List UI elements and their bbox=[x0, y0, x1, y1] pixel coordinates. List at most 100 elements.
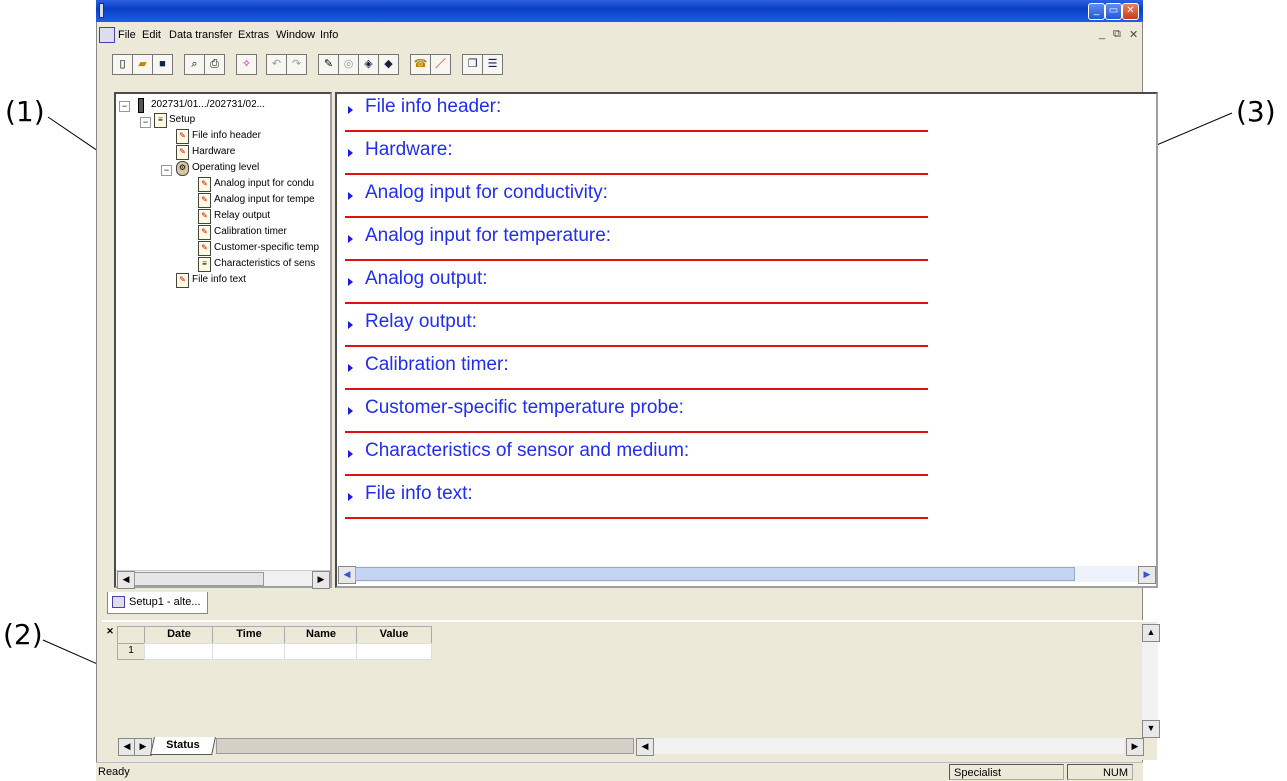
undo-icon[interactable]: ↶ bbox=[266, 54, 287, 75]
grid-cell[interactable] bbox=[212, 643, 286, 660]
scroll-up-icon[interactable]: ▲ bbox=[1142, 624, 1160, 642]
collapse-icon[interactable]: − bbox=[140, 117, 151, 128]
tree-item-analog-input-temperature[interactable]: Analog input for tempe bbox=[214, 194, 332, 205]
section-customer-specific[interactable]: Customer-specific temperature probe: bbox=[345, 388, 928, 433]
open-icon[interactable]: ▰ bbox=[132, 54, 153, 75]
section-analog-output[interactable]: Analog output: bbox=[345, 259, 928, 304]
collapse-icon[interactable]: − bbox=[161, 165, 172, 176]
expand-triangle-icon bbox=[348, 407, 353, 415]
print-icon[interactable]: ⎙ bbox=[204, 54, 225, 75]
close-button[interactable]: ✕ bbox=[1122, 3, 1139, 20]
cascade-icon[interactable]: ❐ bbox=[462, 54, 483, 75]
edit-doc-icon: ✎ bbox=[198, 225, 211, 240]
tree-hscrollbar[interactable]: ◀ ▶ bbox=[116, 570, 330, 589]
menu-bar: File Edit Data transfer Extras Window In… bbox=[96, 26, 1143, 46]
restore-button[interactable]: ▭ bbox=[1105, 3, 1122, 20]
grid-cell[interactable] bbox=[284, 643, 358, 660]
column-header-date[interactable]: Date bbox=[144, 626, 214, 644]
tree-root[interactable]: 202731/01.../202731/02... bbox=[151, 99, 265, 110]
tree-item-file-info-header[interactable]: File info header bbox=[192, 130, 261, 141]
scroll-right-icon[interactable]: ▶ bbox=[1126, 738, 1144, 756]
menu-window[interactable]: Window bbox=[276, 29, 315, 41]
collapse-icon[interactable]: − bbox=[119, 101, 130, 112]
menu-data-transfer[interactable]: Data transfer bbox=[169, 29, 233, 41]
edit-doc-icon: ✎ bbox=[176, 145, 189, 160]
connect-icon[interactable]: ☎ bbox=[410, 54, 431, 75]
scroll-right-icon[interactable]: ▶ bbox=[1138, 566, 1156, 584]
tile-icon[interactable]: ☰ bbox=[482, 54, 503, 75]
minimize-button[interactable]: _ bbox=[1088, 3, 1105, 20]
operating-level-icon: ⚙ bbox=[176, 161, 189, 176]
child-minimize-button[interactable]: _ bbox=[1099, 28, 1105, 40]
send-icon[interactable]: ◆ bbox=[378, 54, 399, 75]
expand-triangle-icon bbox=[348, 450, 353, 458]
column-header-name[interactable]: Name bbox=[284, 626, 358, 644]
edit-doc-icon: ✎ bbox=[198, 241, 211, 256]
section-calibration-timer[interactable]: Calibration timer: bbox=[345, 345, 928, 390]
setup-icon: ≡ bbox=[154, 113, 167, 128]
doc-tab[interactable]: Setup1 - alte... bbox=[107, 592, 208, 614]
edit-doc-icon: ✎ bbox=[198, 177, 211, 192]
redo-icon[interactable]: ↷ bbox=[286, 54, 307, 75]
tree-item-calibration-timer[interactable]: Calibration timer bbox=[214, 226, 287, 237]
compare-icon[interactable]: ◎ bbox=[338, 54, 359, 75]
grid-close-icon[interactable]: ✕ bbox=[104, 626, 116, 640]
tree-item-setup[interactable]: Setup bbox=[169, 114, 195, 125]
menu-edit[interactable]: Edit bbox=[142, 29, 161, 41]
section-analog-input-conductivity[interactable]: Analog input for conductivity: bbox=[345, 173, 928, 218]
status-text: Ready bbox=[98, 766, 130, 778]
save-icon[interactable]: ■ bbox=[152, 54, 173, 75]
section-characteristics[interactable]: Characteristics of sensor and medium: bbox=[345, 431, 928, 476]
tree-item-relay-output[interactable]: Relay output bbox=[214, 210, 270, 221]
scroll-thumb[interactable] bbox=[355, 567, 1075, 581]
print-preview-icon[interactable]: ⌕ bbox=[184, 54, 205, 75]
scroll-thumb[interactable] bbox=[134, 572, 264, 586]
scroll-left-icon[interactable]: ◀ bbox=[338, 566, 356, 584]
tab-status[interactable]: Status bbox=[150, 737, 216, 755]
menu-file[interactable]: File bbox=[118, 29, 136, 41]
callout-3: (3) bbox=[1236, 95, 1276, 128]
transfer-icon[interactable]: ✎ bbox=[318, 54, 339, 75]
child-restore-button[interactable]: ⧉ bbox=[1113, 28, 1121, 41]
tree-item-characteristics[interactable]: Characteristics of sens bbox=[214, 258, 332, 269]
log-grid: ✕ Date Time Name Value 1 bbox=[104, 626, 434, 662]
mode-indicator: Specialist bbox=[949, 764, 1064, 780]
grid-corner bbox=[117, 626, 145, 644]
bottom-vscrollbar[interactable]: ▲ ▼ bbox=[1142, 624, 1160, 738]
scroll-left-icon[interactable]: ◀ bbox=[117, 571, 135, 589]
row-number: 1 bbox=[117, 643, 145, 660]
edit-icon[interactable]: ／ bbox=[430, 54, 451, 75]
tree-item-hardware[interactable]: Hardware bbox=[192, 146, 235, 157]
document-icon bbox=[112, 596, 125, 608]
bottom-hscroll-track[interactable] bbox=[654, 738, 1124, 754]
scroll-left-icon[interactable]: ◀ bbox=[636, 738, 654, 756]
tree-item-operating-level[interactable]: Operating level bbox=[192, 162, 259, 173]
receive-icon[interactable]: ◈ bbox=[358, 54, 379, 75]
section-file-info-header[interactable]: File info header: bbox=[345, 87, 928, 132]
edit-doc-icon: ✎ bbox=[198, 209, 211, 224]
section-relay-output[interactable]: Relay output: bbox=[345, 302, 928, 347]
tree-item-file-info-text[interactable]: File info text bbox=[192, 274, 246, 285]
menu-extras[interactable]: Extras bbox=[238, 29, 269, 41]
scroll-right-icon[interactable]: ▶ bbox=[312, 571, 330, 589]
num-indicator: NUM bbox=[1067, 764, 1133, 780]
menu-info[interactable]: Info bbox=[320, 29, 338, 41]
child-close-button[interactable]: ✕ bbox=[1129, 28, 1138, 41]
grid-cell[interactable] bbox=[356, 643, 432, 660]
tree-item-analog-input-conductivity[interactable]: Analog input for condu bbox=[214, 178, 332, 189]
title-bar[interactable]: _ ▭ ✕ bbox=[96, 0, 1143, 22]
section-hardware[interactable]: Hardware: bbox=[345, 130, 928, 175]
expand-triangle-icon bbox=[348, 106, 353, 114]
expand-triangle-icon bbox=[348, 235, 353, 243]
column-header-value[interactable]: Value bbox=[356, 626, 432, 644]
new-icon[interactable]: ▯ bbox=[112, 54, 133, 75]
expand-triangle-icon bbox=[348, 278, 353, 286]
tree-item-customer-specific[interactable]: Customer-specific temp bbox=[214, 242, 332, 253]
section-file-info-text[interactable]: File info text: bbox=[345, 474, 928, 519]
section-analog-input-temperature[interactable]: Analog input for temperature: bbox=[345, 216, 928, 261]
column-header-time[interactable]: Time bbox=[212, 626, 286, 644]
scroll-down-icon[interactable]: ▼ bbox=[1142, 720, 1160, 738]
wizard-icon[interactable]: ✧ bbox=[236, 54, 257, 75]
content-hscrollbar[interactable]: ◀ ▶ bbox=[337, 566, 1156, 584]
grid-cell[interactable] bbox=[144, 643, 214, 660]
